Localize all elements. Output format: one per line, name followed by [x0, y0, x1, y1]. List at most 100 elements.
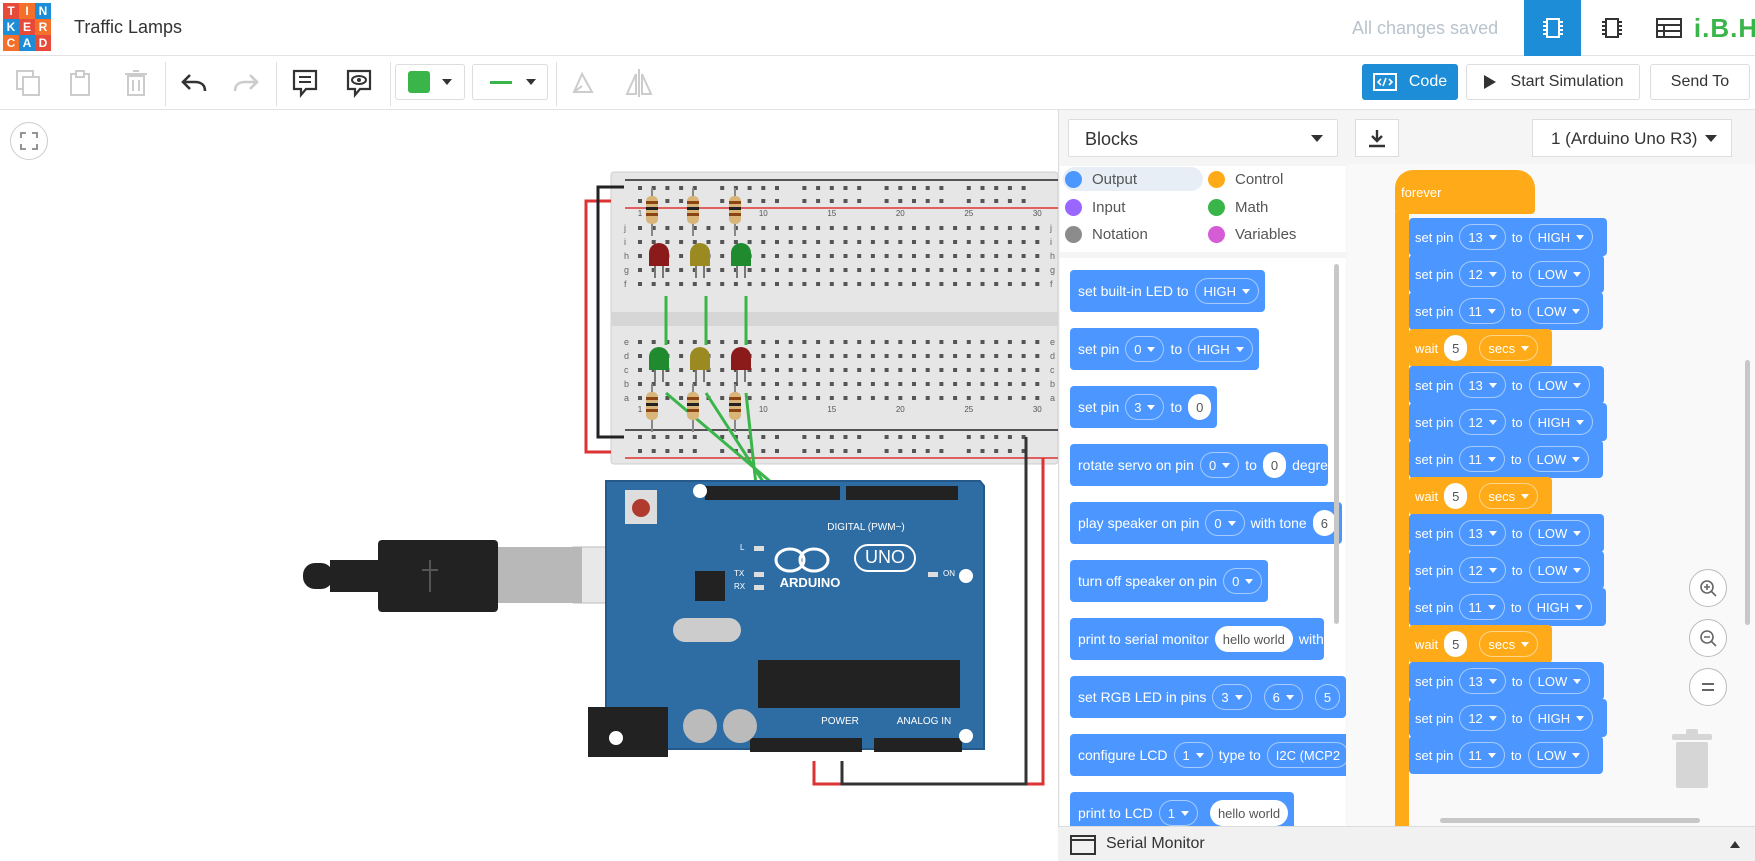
block-dropdown[interactable]: 11: [1459, 446, 1505, 472]
block-dropdown[interactable]: 13: [1459, 668, 1506, 694]
block-dropdown[interactable]: 0: [1125, 336, 1165, 362]
set-pin-block[interactable]: set pin 13 to LOW: [1409, 366, 1605, 404]
block-dropdown[interactable]: HIGH: [1528, 224, 1594, 250]
set-pin-block[interactable]: set pin 12 to HIGH: [1409, 699, 1608, 737]
block-dropdown[interactable]: secs: [1479, 631, 1539, 657]
zoom-reset-button[interactable]: [1689, 668, 1727, 706]
palette-block-set-pin-analog[interactable]: set pin 3 to 0: [1070, 386, 1218, 428]
forever-block[interactable]: forever: [1395, 170, 1535, 214]
download-code-button[interactable]: [1355, 119, 1399, 157]
board-select[interactable]: 1 (Arduino Uno R3): [1532, 119, 1732, 157]
block-dropdown[interactable]: secs: [1479, 335, 1539, 361]
set-pin-block[interactable]: set pin 12 to LOW: [1409, 255, 1605, 293]
workspace-horizontal-scrollbar[interactable]: [1440, 818, 1700, 823]
block-dropdown[interactable]: 5: [1314, 684, 1341, 710]
wait-seconds-input[interactable]: 5: [1444, 335, 1468, 361]
block-dropdown[interactable]: LOW: [1527, 298, 1590, 324]
block-dropdown[interactable]: LOW: [1528, 372, 1591, 398]
block-dropdown[interactable]: LOW: [1527, 742, 1590, 768]
arduino-uno-board[interactable]: ARDUINO UNO DIGITAL (PWM~) POWER ANALOG …: [588, 480, 985, 757]
block-dropdown[interactable]: 12: [1459, 705, 1506, 731]
category-variables[interactable]: Variables: [1208, 222, 1296, 246]
block-number-input[interactable]: 0: [1262, 452, 1287, 478]
block-dropdown[interactable]: 13: [1459, 520, 1506, 546]
block-dropdown[interactable]: LOW: [1528, 520, 1591, 546]
palette-block-set-pin[interactable]: set pin 0 to HIGH: [1070, 328, 1259, 370]
code-button[interactable]: Code: [1362, 64, 1458, 100]
set-pin-block[interactable]: set pin 11 to LOW: [1409, 736, 1604, 774]
wait-block[interactable]: wait 5 secs: [1409, 625, 1553, 663]
zoom-out-button[interactable]: [1689, 619, 1727, 657]
palette-scrollbar[interactable]: [1334, 264, 1339, 624]
chevron-up-icon[interactable]: [1730, 841, 1740, 848]
wait-seconds-input[interactable]: 5: [1444, 631, 1468, 657]
block-dropdown[interactable]: 3: [1125, 394, 1165, 420]
wait-block[interactable]: wait 5 secs: [1409, 329, 1553, 367]
set-pin-block[interactable]: set pin 13 to LOW: [1409, 662, 1605, 700]
block-dropdown[interactable]: 13: [1459, 372, 1506, 398]
block-dropdown[interactable]: HIGH: [1194, 278, 1259, 304]
block-dropdown[interactable]: 11: [1459, 742, 1505, 768]
serial-monitor-bar[interactable]: Serial Monitor: [1058, 826, 1755, 861]
category-notation[interactable]: Notation: [1065, 222, 1148, 246]
block-dropdown[interactable]: HIGH: [1188, 336, 1253, 362]
block-dropdown[interactable]: 11: [1459, 298, 1505, 324]
circuit-view-tab[interactable]: [1524, 0, 1581, 56]
breadboard[interactable]: 115510101515202025253030jjiihhggffeeddcc…: [610, 171, 1058, 465]
block-dropdown[interactable]: 12: [1459, 409, 1506, 435]
block-dropdown[interactable]: 3: [1212, 684, 1252, 710]
block-dropdown[interactable]: LOW: [1528, 668, 1591, 694]
workspace-scrollbar[interactable]: [1745, 360, 1750, 625]
block-dropdown[interactable]: 0: [1205, 510, 1245, 536]
block-dropdown[interactable]: 12: [1459, 261, 1506, 287]
block-number-input[interactable]: 6: [1312, 510, 1336, 536]
set-pin-block[interactable]: set pin 13 to LOW: [1409, 514, 1605, 552]
block-dropdown[interactable]: 12: [1459, 557, 1506, 583]
category-math[interactable]: Math: [1208, 195, 1268, 219]
schematic-view-tab[interactable]: [1583, 0, 1640, 56]
block-text-input[interactable]: hello world: [1214, 626, 1293, 652]
block-dropdown[interactable]: 1: [1173, 742, 1213, 768]
block-dropdown[interactable]: HIGH: [1527, 594, 1593, 620]
block-dropdown[interactable]: I2C (MCP2: [1266, 742, 1346, 768]
forever-block-arm[interactable]: [1395, 212, 1409, 826]
block-dropdown[interactable]: secs: [1479, 483, 1539, 509]
block-dropdown[interactable]: 0: [1199, 452, 1240, 478]
block-dropdown[interactable]: HIGH: [1528, 705, 1594, 731]
block-dropdown[interactable]: 0: [1223, 568, 1263, 594]
set-pin-block[interactable]: set pin 12 to HIGH: [1409, 403, 1608, 441]
palette-block-turn-off-speaker[interactable]: turn off speaker on pin 0: [1070, 560, 1269, 602]
code-workspace[interactable]: forever set pin 13 to HIGH set pin 12 to LOW set …: [1347, 164, 1755, 826]
set-pin-block[interactable]: set pin 12 to LOW: [1409, 551, 1605, 589]
wait-block[interactable]: wait 5 secs: [1409, 477, 1553, 515]
category-output[interactable]: Output: [1063, 167, 1203, 191]
start-simulation-button[interactable]: Start Simulation: [1466, 64, 1640, 100]
category-control[interactable]: Control: [1208, 167, 1283, 191]
wait-seconds-input[interactable]: 5: [1444, 483, 1468, 509]
block-number-input[interactable]: 0: [1188, 394, 1212, 420]
block-dropdown[interactable]: LOW: [1527, 446, 1590, 472]
block-dropdown[interactable]: LOW: [1528, 261, 1591, 287]
category-input[interactable]: Input: [1065, 195, 1125, 219]
palette-block-rotate-servo[interactable]: rotate servo on pin 0 to 0 degre: [1070, 444, 1328, 486]
zoom-in-button[interactable]: [1689, 569, 1727, 607]
block-text-input[interactable]: hello world: [1209, 800, 1289, 826]
palette-block-set-rgb-led[interactable]: set RGB LED in pins 3 6 5: [1070, 676, 1346, 718]
block-dropdown[interactable]: LOW: [1528, 557, 1591, 583]
palette-block-set-builtin-led[interactable]: set built-in LED to HIGH: [1070, 270, 1265, 312]
palette-block-configure-lcd[interactable]: configure LCD 1 type to I2C (MCP2: [1070, 734, 1346, 776]
set-pin-block[interactable]: set pin 11 to HIGH: [1409, 588, 1607, 626]
component-list-tab[interactable]: [1640, 0, 1697, 56]
trash-can[interactable]: [1670, 728, 1714, 790]
palette-block-print-lcd[interactable]: print to LCD 1 hello world: [1070, 792, 1295, 826]
editor-mode-select[interactable]: Blocks: [1068, 119, 1338, 157]
send-to-button[interactable]: Send To: [1650, 64, 1750, 100]
block-dropdown[interactable]: HIGH: [1528, 409, 1594, 435]
set-pin-block[interactable]: set pin 13 to HIGH: [1409, 218, 1608, 256]
palette-block-play-speaker[interactable]: play speaker on pin 0 with tone 6: [1070, 502, 1342, 544]
palette-block-print-serial[interactable]: print to serial monitor hello world with: [1070, 618, 1324, 660]
block-dropdown[interactable]: 11: [1459, 594, 1505, 620]
set-pin-block[interactable]: set pin 11 to LOW: [1409, 440, 1604, 478]
set-pin-block[interactable]: set pin 11 to LOW: [1409, 292, 1604, 330]
block-dropdown[interactable]: 6: [1263, 684, 1303, 710]
